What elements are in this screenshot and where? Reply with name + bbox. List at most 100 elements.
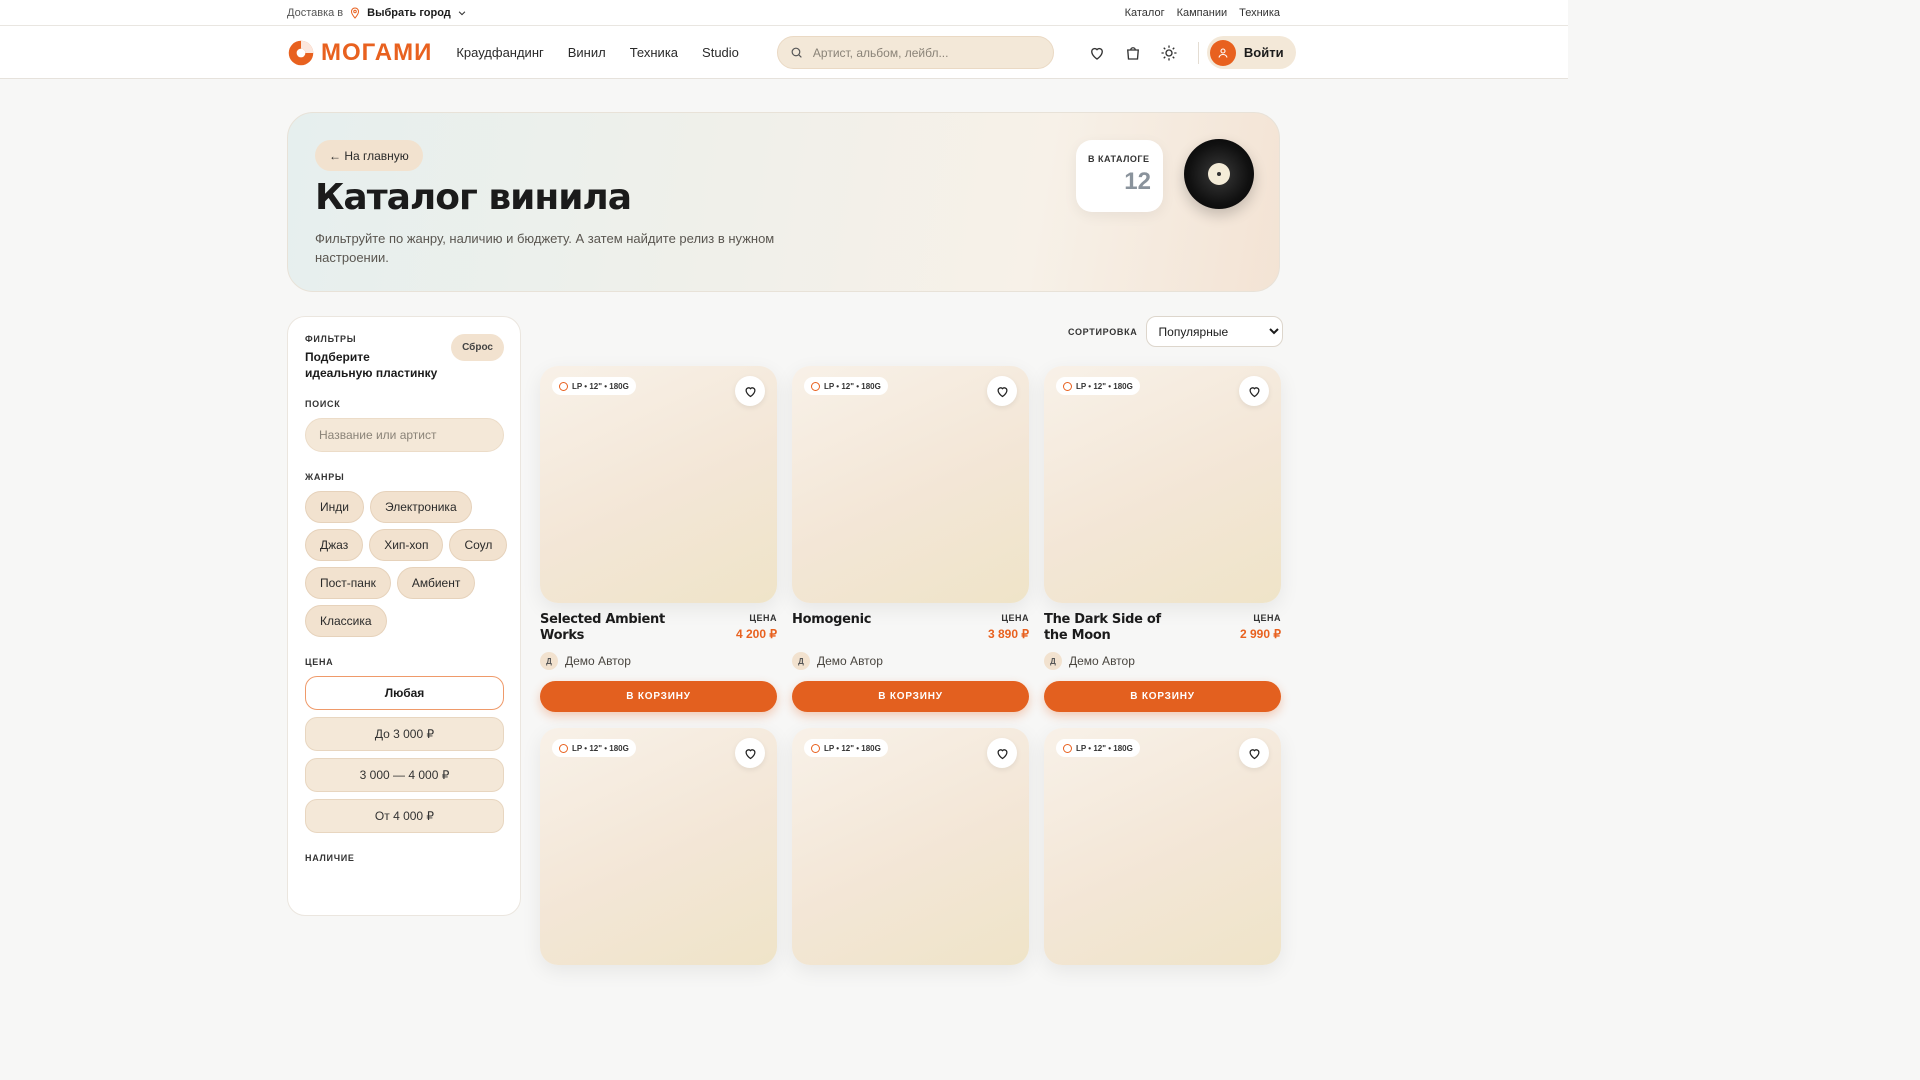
genres-caption: ЖАНРЫ (305, 472, 345, 482)
product-price-value: 4 200 ₽ (736, 627, 777, 641)
favorite-button[interactable] (1239, 738, 1269, 768)
genre-chip-classical[interactable]: Классика (305, 605, 387, 637)
heart-icon (1248, 386, 1260, 397)
product-cover[interactable]: LP • 12" • 180G (1044, 366, 1281, 603)
header-search-input[interactable] (812, 45, 1053, 60)
add-to-cart-button[interactable]: В КОРЗИНУ (792, 681, 1029, 712)
format-tag: LP • 12" • 180G (1056, 377, 1140, 395)
header-search[interactable] (776, 36, 1054, 69)
price-option-any[interactable]: Любая (305, 676, 504, 710)
vinyl-dot-icon (559, 743, 568, 753)
genre-chip-hiphop[interactable]: Хип-хоп (369, 529, 444, 561)
login-button[interactable]: Войти (1206, 36, 1296, 69)
genre-chip-postpunk[interactable]: Пост-панк (305, 567, 391, 599)
favorite-button[interactable] (735, 738, 765, 768)
product-cover[interactable]: LP • 12" • 180G (1044, 728, 1281, 965)
vinyl-disc-icon (1184, 139, 1254, 209)
product-cover[interactable]: LP • 12" • 180G (792, 366, 1029, 603)
author-name: Демо Автор (1069, 654, 1135, 668)
price-option-3000-4000[interactable]: 3 000 — 4 000 ₽ (305, 758, 504, 792)
add-to-cart-button[interactable]: В КОРЗИНУ (1044, 681, 1281, 712)
vinyl-dot-icon (811, 381, 820, 391)
vinyl-dot-icon (1063, 381, 1072, 391)
format-tag: LP • 12" • 180G (552, 739, 636, 757)
logo-icon (288, 40, 314, 65)
catalog-count-card: В КАТАЛОГЕ 12 (1076, 140, 1163, 212)
product-title[interactable]: The Dark Side of the Moon (1044, 612, 1184, 644)
product-price-value: 2 990 ₽ (1240, 627, 1281, 641)
search-caption: ПОИСК (305, 399, 341, 409)
reset-button[interactable]: Сброс (451, 334, 504, 361)
cart-icon[interactable] (1124, 44, 1142, 62)
format-tag: LP • 12" • 180G (552, 377, 636, 395)
product-price-value: 3 890 ₽ (988, 627, 1029, 641)
product-cover[interactable]: LP • 12" • 180G (540, 728, 777, 965)
heart-icon[interactable] (1088, 44, 1106, 62)
favorite-button[interactable] (987, 376, 1017, 406)
author-avatar: Д (540, 652, 558, 670)
product-author[interactable]: Д Демо Автор (1044, 652, 1135, 670)
heart-icon (1248, 748, 1260, 759)
product-price: ЦЕНА 3 890 ₽ (988, 613, 1029, 641)
sort-select[interactable]: Популярные (1145, 316, 1283, 347)
delivery-selector[interactable]: Доставка в Выбрать город (287, 7, 467, 19)
product-author[interactable]: Д Демо Автор (540, 652, 631, 670)
product-author[interactable]: Д Демо Автор (792, 652, 883, 670)
author-avatar: Д (792, 652, 810, 670)
chevron-down-icon[interactable] (457, 8, 467, 18)
login-label: Войти (1243, 45, 1284, 60)
logo[interactable]: МОГАМИ (287, 39, 432, 67)
vinyl-dot-icon (559, 381, 568, 391)
price-option-over-4000[interactable]: От 4 000 ₽ (305, 799, 504, 833)
sort-caption: СОРТИРОВКА (1068, 326, 1138, 337)
delivery-label: Доставка в (287, 7, 344, 19)
product-price: ЦЕНА 4 200 ₽ (736, 613, 777, 641)
heart-icon (996, 386, 1008, 397)
author-avatar: Д (1044, 652, 1062, 670)
toplink-campaigns[interactable]: Кампании (1177, 7, 1228, 19)
divider (1197, 41, 1199, 64)
favorite-button[interactable] (987, 738, 1017, 768)
toplink-catalog[interactable]: Каталог (1125, 7, 1165, 19)
nav-vinyl[interactable]: Винил (568, 45, 606, 60)
heart-icon (996, 748, 1008, 759)
add-to-cart-button[interactable]: В КОРЗИНУ (540, 681, 777, 712)
favorite-button[interactable] (735, 376, 765, 406)
sort-control: СОРТИРОВКА Популярные (1068, 316, 1283, 347)
stock-caption: НАЛИЧИЕ (305, 853, 355, 863)
toplink-equipment[interactable]: Техника (1239, 7, 1280, 19)
nav-studio[interactable]: Studio (702, 45, 739, 60)
sun-icon[interactable] (1160, 44, 1178, 62)
heart-icon (744, 386, 756, 397)
user-icon (1209, 39, 1236, 66)
main-header: МОГАМИ Краудфандинг Винил Техника Studio… (0, 26, 1568, 79)
top-bar: Доставка в Выбрать город Каталог Кампани… (0, 0, 1568, 26)
format-tag: LP • 12" • 180G (1056, 739, 1140, 757)
product-cover[interactable]: LP • 12" • 180G (540, 366, 777, 603)
genre-chip-electronic[interactable]: Электроника (369, 491, 472, 523)
location-pin-icon (351, 7, 360, 19)
page-title: Каталог винила (315, 177, 632, 218)
city-select[interactable]: Выбрать город (367, 7, 451, 19)
genre-chip-soul[interactable]: Соул (449, 529, 508, 561)
price-caption: ЦЕНА (305, 657, 334, 667)
product-title[interactable]: Homogenic (792, 612, 932, 628)
back-home-button[interactable]: ← На главную (315, 140, 423, 171)
author-name: Демо Автор (565, 654, 631, 668)
format-tag: LP • 12" • 180G (804, 739, 888, 757)
nav-equipment[interactable]: Техника (630, 45, 678, 60)
genre-chip-jazz[interactable]: Джаз (305, 529, 364, 561)
product-cover[interactable]: LP • 12" • 180G (792, 728, 1029, 965)
vinyl-dot-icon (1063, 743, 1072, 753)
price-option-under-3000[interactable]: До 3 000 ₽ (305, 717, 504, 751)
nav-crowdfunding[interactable]: Краудфандинг (456, 45, 543, 60)
genre-chip-ambient[interactable]: Амбиент (396, 567, 476, 599)
author-name: Демо Автор (817, 654, 883, 668)
search-icon (791, 47, 802, 58)
favorite-button[interactable] (1239, 376, 1269, 406)
genre-chip-indie[interactable]: Инди (305, 491, 364, 523)
filter-search-input[interactable] (305, 418, 504, 452)
product-title[interactable]: Selected Ambient Works (540, 612, 680, 644)
heart-icon (744, 748, 756, 759)
catalog-count-value: 12 (1124, 168, 1151, 195)
